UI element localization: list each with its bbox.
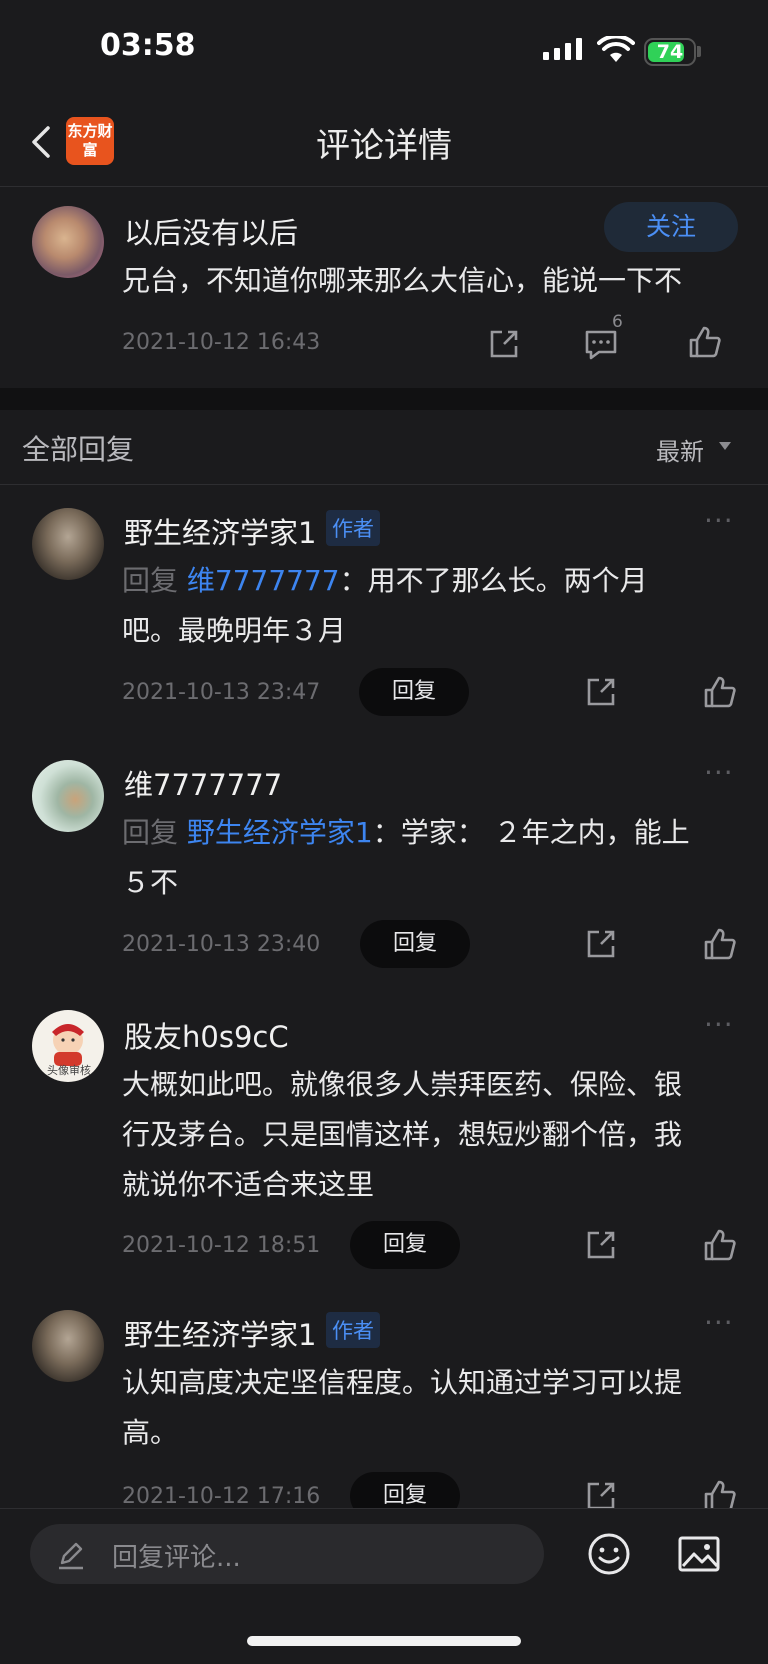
avatar[interactable] (32, 508, 104, 580)
reply-target-link[interactable]: 维7777777 (187, 564, 340, 597)
reply-count: 6 (612, 312, 623, 332)
reply-line: ５不 (122, 866, 179, 899)
more-options-icon[interactable]: ··· (704, 504, 734, 537)
wifi-icon (597, 36, 635, 62)
comment-timestamp: 2021-10-12 16:43 (122, 330, 321, 355)
reply-author[interactable]: 野生经济学家1 (124, 1312, 316, 1354)
avatar-review-label: 头像审核 (47, 1064, 91, 1077)
reply-prefix: 回复 (122, 564, 179, 597)
more-options-icon[interactable]: ··· (704, 756, 734, 789)
more-options-icon[interactable]: ··· (704, 1008, 734, 1041)
like-icon[interactable] (700, 924, 740, 964)
battery-tip (697, 46, 701, 57)
all-replies-title: 全部回复 (22, 433, 135, 466)
comment-text: 兄台，不知道你哪来那么大信心，能说一下不 (122, 264, 683, 297)
reply-button[interactable]: 回复 (350, 1221, 460, 1269)
reply-line: 高。 (122, 1416, 179, 1449)
reply-text: 回复 野生经济学家1：学家： ２年之内，能上 (122, 808, 690, 858)
reply-line: 行及茅台。只是国情这样，想短炒翻个倍，我 (122, 1118, 683, 1151)
status-time: 03:58 (100, 28, 196, 63)
battery-icon: 74 (644, 38, 696, 66)
reply-line: ：学家： ２年之内，能上 (372, 816, 690, 849)
battery-level: 74 (656, 41, 684, 63)
section-separator (0, 388, 768, 410)
follow-button[interactable]: 关注 (604, 202, 738, 252)
home-indicator (247, 1636, 521, 1646)
reply-author[interactable]: 维7777777 (124, 762, 282, 804)
reply-button[interactable]: 回复 (359, 668, 469, 716)
sort-dropdown-arrow-icon[interactable] (719, 442, 731, 450)
reply-line: ：用不了那么长。两个月 (339, 564, 648, 597)
share-icon[interactable] (581, 1225, 621, 1265)
like-icon[interactable] (700, 672, 740, 712)
emoji-icon[interactable] (585, 1530, 633, 1578)
image-icon[interactable] (676, 1532, 722, 1576)
avatar[interactable]: 头像审核 (32, 1010, 104, 1082)
reply-timestamp: 2021-10-13 23:47 (122, 680, 321, 705)
reply-author[interactable]: 野生经济学家1 (124, 510, 316, 552)
reply-line: 认知高度决定坚信程度。认知通过学习可以提 (122, 1366, 683, 1399)
more-options-icon[interactable]: ··· (704, 1306, 734, 1339)
reply-timestamp: 2021-10-12 17:16 (122, 1484, 321, 1509)
avatar[interactable] (32, 760, 104, 832)
share-icon[interactable] (484, 324, 524, 364)
like-icon[interactable] (685, 322, 725, 362)
comment-author[interactable]: 以后没有以后 (124, 210, 298, 252)
pencil-icon (59, 1542, 83, 1570)
reply-input[interactable] (30, 1524, 544, 1584)
reply-line: 大概如此吧。就像很多人崇拜医药、保险、银 (122, 1068, 683, 1101)
page-title: 评论详情 (316, 126, 452, 166)
avatar[interactable] (32, 206, 104, 278)
sort-dropdown[interactable]: 最新 (656, 432, 704, 467)
header-divider (0, 186, 768, 187)
share-icon[interactable] (581, 672, 621, 712)
cellular-signal-icon (543, 38, 582, 60)
reply-target-link[interactable]: 野生经济学家1 (187, 816, 373, 849)
reply-button[interactable]: 回复 (360, 920, 470, 968)
reply-line: 吧。最晚明年３月 (122, 614, 347, 647)
reply-author[interactable]: 股友h0s9cC (124, 1014, 289, 1056)
share-icon[interactable] (581, 924, 621, 964)
replies-header-divider (0, 484, 768, 485)
reply-timestamp: 2021-10-12 18:51 (122, 1233, 321, 1258)
reply-prefix: 回复 (122, 816, 179, 849)
avatar[interactable] (32, 1310, 104, 1382)
reply-timestamp: 2021-10-13 23:40 (122, 932, 321, 957)
reply-line: 就说你不适合来这里 (122, 1168, 375, 1201)
author-badge: 作者 (326, 510, 380, 546)
like-icon[interactable] (700, 1225, 740, 1265)
reply-input-placeholder[interactable]: 回复评论... (112, 1537, 241, 1574)
reply-text: 回复 维7777777：用不了那么长。两个月 (122, 556, 648, 606)
author-badge: 作者 (326, 1312, 380, 1348)
